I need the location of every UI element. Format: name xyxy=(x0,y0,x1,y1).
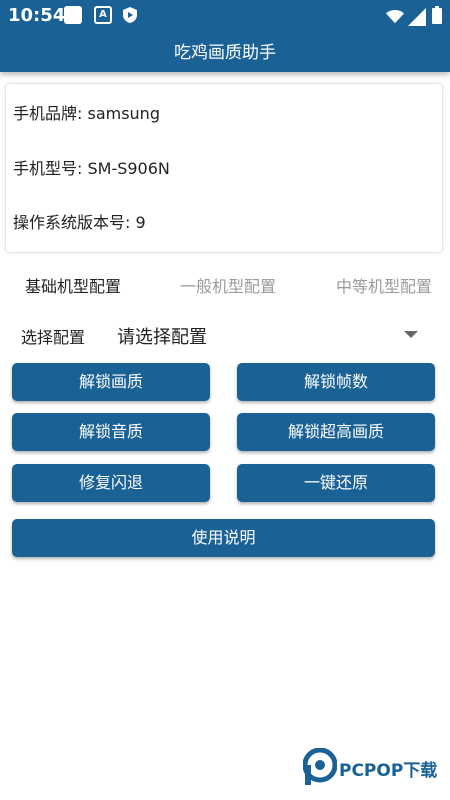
watermark-text: PCPOP下载 xyxy=(339,761,438,781)
unlock-audio-button[interactable]: 解锁音质 xyxy=(12,413,210,451)
status-bar: 10:54 A xyxy=(0,0,450,32)
tab-medium[interactable]: 中等机型配置 xyxy=(336,273,432,297)
watermark: PCPOP下载 xyxy=(303,748,448,788)
a-icon: A xyxy=(94,6,112,24)
wifi-icon xyxy=(386,10,404,24)
fix-crash-button[interactable]: 修复闪退 xyxy=(12,464,210,502)
instructions-button[interactable]: 使用说明 xyxy=(12,519,435,557)
config-select-row: 选择配置 请选择配置 xyxy=(0,318,450,354)
shield-play-icon xyxy=(123,7,137,23)
device-brand: 手机品牌: samsung xyxy=(13,104,160,123)
os-version: 操作系统版本号: 9 xyxy=(13,213,146,232)
app-bar: 吃鸡画质助手 xyxy=(0,32,450,72)
restore-button[interactable]: 一键还原 xyxy=(237,464,435,502)
config-dropdown[interactable]: 请选择配置 xyxy=(117,323,207,349)
square-notification-icon xyxy=(64,6,82,24)
unlock-ultra-quality-button[interactable]: 解锁超高画质 xyxy=(237,413,435,451)
app-title: 吃鸡画质助手 xyxy=(174,43,276,63)
chevron-down-icon[interactable] xyxy=(404,331,418,338)
unlock-quality-button[interactable]: 解锁画质 xyxy=(12,363,210,401)
battery-icon xyxy=(432,6,442,24)
signal-icon xyxy=(408,8,426,26)
config-tabs: 基础机型配置 一般机型配置 中等机型配置 xyxy=(0,270,450,300)
device-info-card: 手机品牌: samsung 手机型号: SM-S906N 操作系统版本号: 9 xyxy=(6,84,442,252)
unlock-fps-button[interactable]: 解锁帧数 xyxy=(237,363,435,401)
select-label: 选择配置 xyxy=(21,328,86,347)
tab-basic[interactable]: 基础机型配置 xyxy=(25,273,121,297)
status-time: 10:54 xyxy=(8,5,66,26)
device-model: 手机型号: SM-S906N xyxy=(13,159,170,178)
pcpop-logo-icon xyxy=(303,748,337,785)
tab-general[interactable]: 一般机型配置 xyxy=(180,273,276,297)
